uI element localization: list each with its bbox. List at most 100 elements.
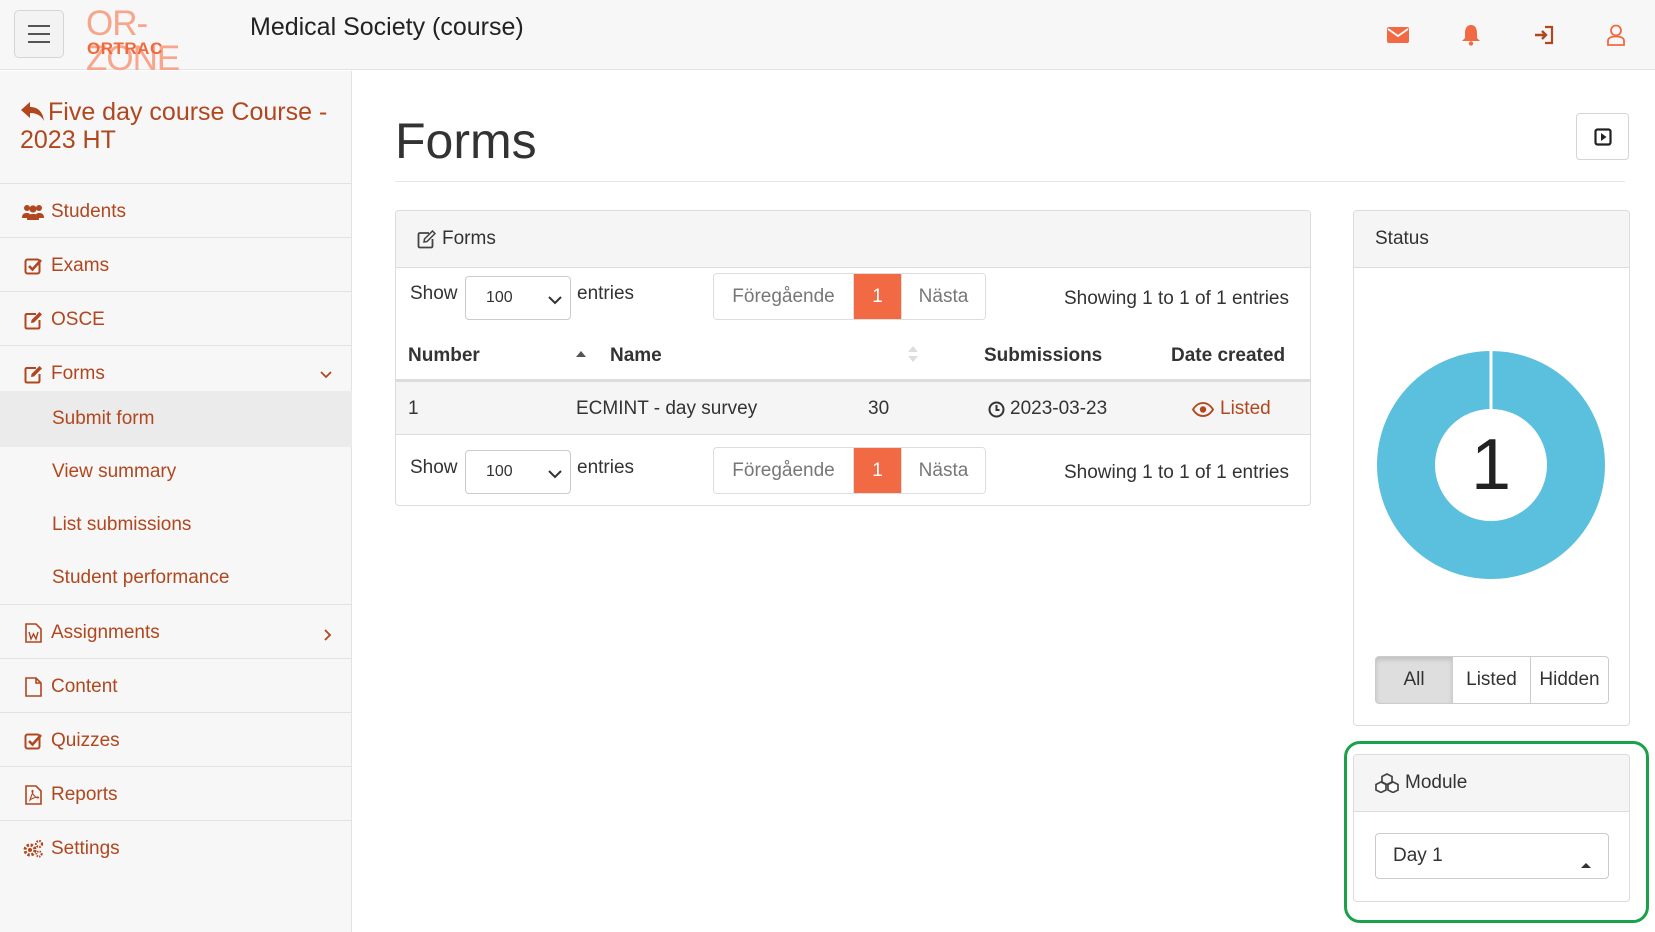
status-panel-title: Status — [1375, 228, 1429, 249]
users-icon — [22, 201, 44, 223]
entries-info: Showing 1 to 1 of 1 entries — [1064, 462, 1289, 483]
entries-select-value: 100 — [486, 289, 513, 306]
row-number: 1 — [408, 398, 419, 419]
prev-page-button[interactable]: Föregående — [714, 448, 854, 493]
sidebar-item-label: OSCE — [51, 309, 105, 330]
divider — [395, 181, 1625, 182]
forms-panel-title: Forms — [442, 228, 496, 249]
row-date: 2023-03-23 — [988, 398, 1107, 420]
sidebar-item-label: Quizzes — [51, 730, 120, 751]
edit-icon — [417, 229, 436, 248]
row-name[interactable]: ECMINT - day survey — [576, 398, 757, 420]
donut-count: 1 — [1470, 425, 1512, 505]
column-header-number[interactable]: Number — [408, 345, 480, 367]
chevron-down-icon — [548, 466, 562, 484]
envelope-icon[interactable] — [1383, 20, 1413, 50]
sidebar-subitem-label: Student performance — [52, 567, 230, 588]
column-header-name[interactable]: Name — [610, 345, 662, 367]
sidebar-subitem-list-submissions[interactable]: List submissions — [0, 497, 352, 553]
clock-icon — [988, 401, 1005, 417]
pagination: Föregående 1 Nästa — [713, 273, 986, 320]
sign-in-icon[interactable] — [1529, 20, 1559, 50]
sidebar-item-content[interactable]: Content — [0, 658, 352, 715]
entries-select[interactable]: 100 — [465, 450, 571, 494]
chevron-right-icon — [324, 625, 332, 647]
sidebar-item-label: Exams — [51, 255, 110, 276]
sidebar-item-label: Assignments — [51, 622, 160, 643]
reply-icon — [21, 102, 44, 121]
sort-icon — [907, 345, 919, 368]
app-title: Medical Society (course) — [250, 13, 524, 41]
filter-all-button[interactable]: All — [1375, 656, 1453, 704]
sidebar-item-exams[interactable]: Exams — [0, 237, 352, 294]
sidebar: Five day course Course - 2023 HT Student… — [0, 71, 352, 932]
row-status-label: Listed — [1220, 398, 1271, 419]
prev-page-button[interactable]: Föregående — [714, 274, 854, 319]
status-donut-chart: 1 — [1376, 350, 1606, 580]
filter-listed-button[interactable]: Listed — [1452, 656, 1531, 704]
course-back-link[interactable]: Five day course Course - 2023 HT — [20, 98, 335, 154]
column-header-submissions[interactable]: Submissions — [984, 345, 1102, 367]
row-date-value: 2023-03-23 — [1010, 398, 1108, 419]
sidebar-subitem-label: Submit form — [52, 408, 155, 429]
sidebar-subitem-label: View summary — [52, 461, 177, 482]
forms-panel: Forms Show 100 entries Föregående 1 Näst… — [395, 210, 1311, 506]
sidebar-item-quizzes[interactable]: Quizzes — [0, 712, 352, 769]
next-page-button[interactable]: Nästa — [901, 274, 985, 319]
status-filter-group: All Listed Hidden — [1375, 656, 1609, 704]
page-1-button[interactable]: 1 — [854, 274, 901, 319]
row-submissions: 30 — [868, 398, 890, 419]
column-header-date-created[interactable]: Date created — [1171, 345, 1285, 367]
top-bar: OR-ZONE ORTRAC Medical Society (course) — [0, 0, 1655, 76]
status-panel-header: Status — [1354, 211, 1629, 268]
sidebar-subitem-student-performance[interactable]: Student performance — [0, 550, 352, 606]
bell-icon[interactable] — [1456, 20, 1486, 50]
entries-info: Showing 1 to 1 of 1 entries — [1064, 288, 1289, 309]
present-button[interactable] — [1576, 113, 1629, 160]
menu-toggle-button[interactable] — [14, 10, 64, 58]
course-title: Five day course Course - 2023 HT — [20, 98, 328, 154]
page-1-button[interactable]: 1 — [854, 448, 901, 493]
page-title: Forms — [395, 113, 537, 169]
check-square-icon — [22, 255, 44, 277]
sidebar-subitem-view-summary[interactable]: View summary — [0, 444, 352, 500]
edit-icon — [22, 309, 44, 331]
file-icon — [22, 676, 44, 698]
cogs-icon — [22, 838, 44, 860]
sidebar-item-label: Students — [51, 201, 126, 222]
user-icon[interactable] — [1601, 20, 1631, 50]
next-page-button[interactable]: Nästa — [901, 448, 985, 493]
highlight-frame — [1344, 741, 1649, 923]
eye-icon — [1192, 401, 1214, 417]
word-file-icon — [22, 622, 44, 644]
sidebar-item-settings[interactable]: Settings — [0, 820, 352, 877]
sidebar-subitem-submit-form[interactable]: Submit form — [0, 391, 352, 447]
logo[interactable]: OR-ZONE ORTRAC — [86, 6, 231, 76]
entries-select-value: 100 — [486, 463, 513, 480]
edit-icon — [22, 363, 44, 385]
sidebar-item-label: Reports — [51, 784, 118, 805]
row-status-listed[interactable]: Listed — [1192, 398, 1271, 420]
entries-label: entries — [577, 283, 635, 304]
sort-asc-icon — [575, 345, 587, 363]
show-label: Show — [410, 283, 458, 304]
sidebar-item-students[interactable]: Students — [0, 183, 352, 240]
chevron-down-icon — [548, 292, 562, 310]
filter-hidden-button[interactable]: Hidden — [1530, 656, 1609, 704]
forms-panel-header: Forms — [396, 211, 1310, 268]
pagination: Föregående 1 Nästa — [713, 447, 986, 494]
entries-select[interactable]: 100 — [465, 276, 571, 320]
logo-bottom-text: ORTRAC — [87, 39, 163, 58]
show-label: Show — [410, 457, 458, 478]
check-square-icon — [22, 730, 44, 752]
sidebar-item-label: Settings — [51, 838, 120, 859]
chevron-down-icon — [320, 363, 332, 385]
pdf-file-icon — [22, 784, 44, 806]
sidebar-subitem-label: List submissions — [52, 514, 192, 535]
sidebar-item-reports[interactable]: Reports — [0, 766, 352, 823]
sidebar-item-osce[interactable]: OSCE — [0, 291, 352, 348]
sidebar-item-label: Forms — [51, 363, 105, 384]
table-row[interactable] — [396, 382, 1310, 435]
sidebar-item-assignments[interactable]: Assignments — [0, 604, 352, 661]
entries-label: entries — [577, 457, 635, 478]
